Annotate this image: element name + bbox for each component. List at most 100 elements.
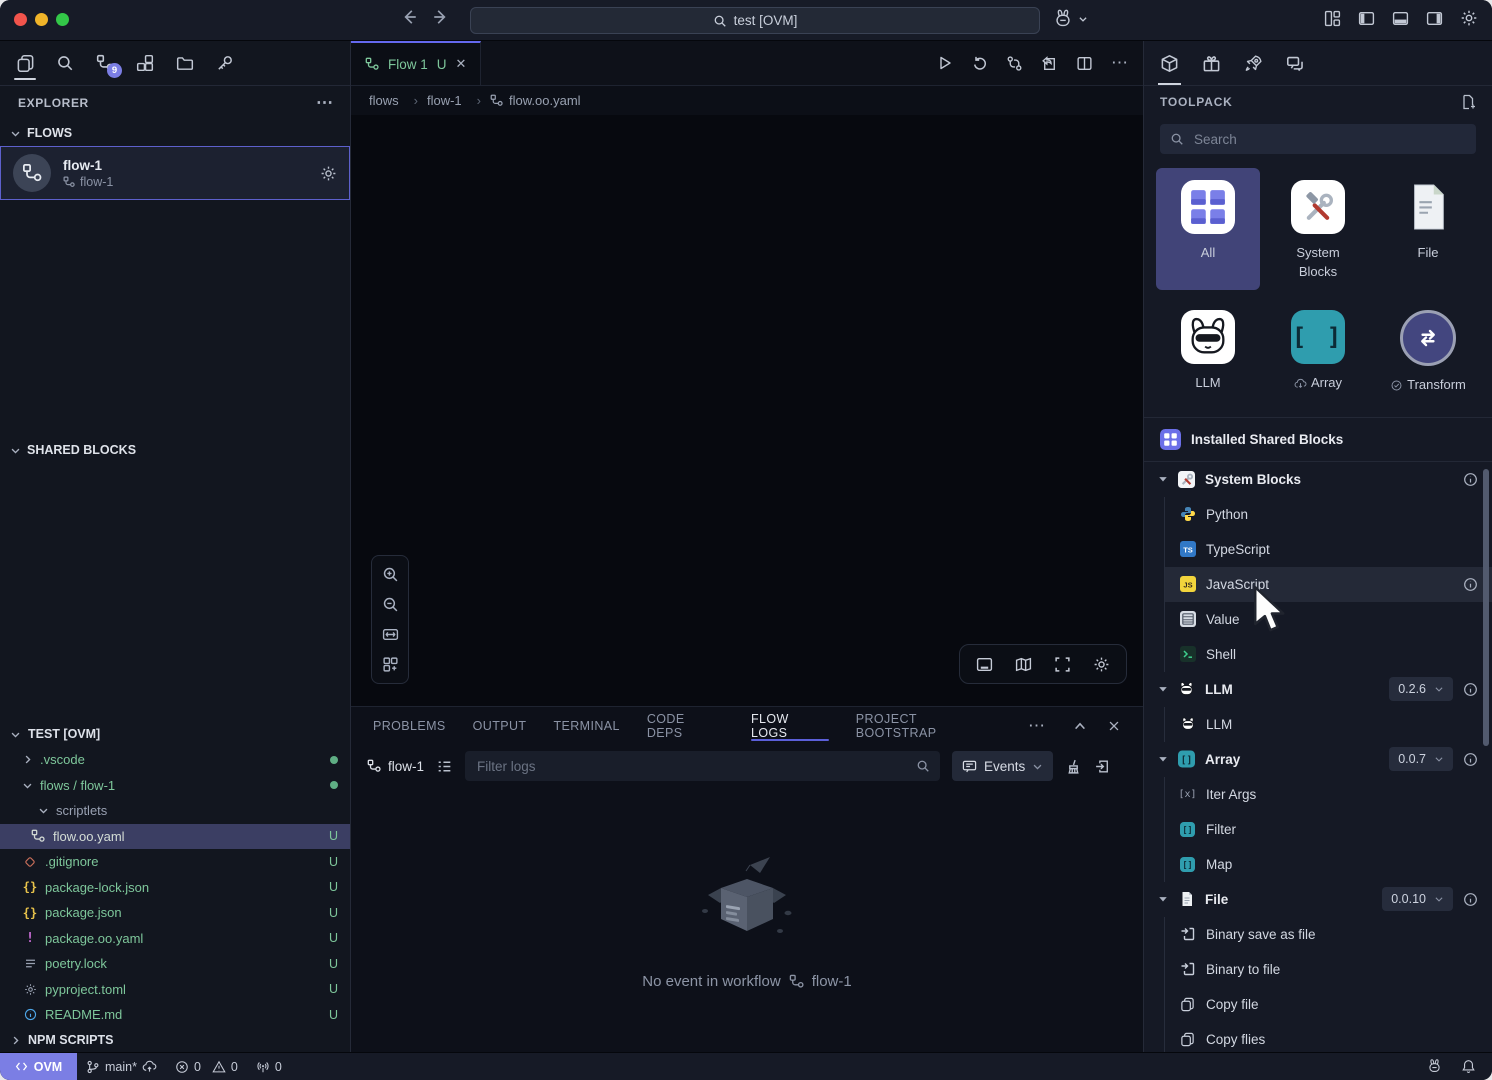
- forward-arrow-icon[interactable]: [432, 8, 450, 26]
- toolpack-tab-icon[interactable]: [1160, 41, 1179, 85]
- filter-logs-field[interactable]: [475, 758, 908, 775]
- tree-item-readme-md[interactable]: README.md U: [0, 1002, 350, 1028]
- group-system-blocks[interactable]: System Blocks: [1144, 462, 1492, 497]
- tree-root-test-ovm[interactable]: TEST [OVM]: [0, 722, 350, 748]
- tab-flow-1[interactable]: Flow 1 U ✕: [351, 41, 481, 85]
- minimize-window-button[interactable]: [35, 13, 48, 26]
- more-actions-icon[interactable]: ⋯: [1111, 53, 1129, 73]
- zoom-out-icon[interactable]: [382, 596, 399, 613]
- tab-project-bootstrap[interactable]: PROJECT BOOTSTRAP: [856, 707, 1001, 745]
- tab-code-deps[interactable]: CODE DEPS: [647, 707, 724, 745]
- flows-view-icon[interactable]: 9: [92, 46, 118, 80]
- panel-more-tabs-icon[interactable]: ⋯: [1028, 716, 1046, 736]
- tab-output[interactable]: OUTPUT: [473, 707, 527, 745]
- canvas-settings-gear-icon[interactable]: [1093, 656, 1110, 673]
- tree-item-package-lock-json[interactable]: {} package-lock.json U: [0, 875, 350, 901]
- breadcrumb-item[interactable]: flows: [369, 93, 427, 108]
- assistant-menu[interactable]: [1052, 8, 1088, 30]
- tab-terminal[interactable]: TERMINAL: [553, 707, 619, 745]
- filter-logs-input[interactable]: [465, 751, 940, 781]
- tree-item-poetry-lock[interactable]: poetry.lock U: [0, 951, 350, 977]
- info-icon[interactable]: [1463, 577, 1478, 592]
- flow-list-item-flow-1[interactable]: flow-1 flow-1: [0, 146, 350, 200]
- problems-status[interactable]: 0 0: [166, 1060, 247, 1074]
- group-llm[interactable]: LLM 0.2.6: [1144, 672, 1492, 707]
- flows-section-header[interactable]: FLOWS: [0, 120, 350, 146]
- tile-array[interactable]: [ ] Array: [1266, 298, 1370, 403]
- block-item-copy-file[interactable]: Copy file: [1165, 987, 1492, 1022]
- tree-item-package-json[interactable]: {} package.json U: [0, 900, 350, 926]
- maximize-panel-icon[interactable]: [1073, 719, 1087, 733]
- block-item-binary-to-file[interactable]: Binary to file: [1165, 952, 1492, 987]
- block-item-typescript[interactable]: TS TypeScript: [1165, 532, 1492, 567]
- block-item-binary-save-as-file[interactable]: Binary save as file: [1165, 917, 1492, 952]
- block-item-python[interactable]: Python: [1165, 497, 1492, 532]
- block-item-copy-flies[interactable]: Copy flies: [1165, 1022, 1492, 1053]
- info-icon[interactable]: [1463, 682, 1478, 697]
- flow-settings-gear-icon[interactable]: [320, 165, 337, 182]
- minimap-icon[interactable]: [1015, 656, 1032, 673]
- explorer-more-icon[interactable]: ⋯: [316, 93, 334, 113]
- block-item-iter-args[interactable]: [x] Iter Args: [1165, 777, 1492, 812]
- git-compare-icon[interactable]: [1006, 55, 1023, 72]
- run-flow-icon[interactable]: [937, 55, 953, 71]
- block-item-llm[interactable]: LLM: [1165, 707, 1492, 742]
- log-list-icon[interactable]: [436, 758, 453, 775]
- ports-status[interactable]: 0: [247, 1060, 291, 1074]
- group-array[interactable]: [] Array 0.0.7: [1144, 742, 1492, 777]
- version-dropdown[interactable]: 0.0.10: [1382, 887, 1453, 911]
- tile-transform[interactable]: Transform: [1376, 298, 1480, 403]
- shared-blocks-section-header[interactable]: SHARED BLOCKS: [0, 437, 350, 463]
- export-logs-icon[interactable]: [1094, 758, 1111, 775]
- events-filter-dropdown[interactable]: Events: [952, 751, 1053, 781]
- npm-scripts-section-header[interactable]: NPM SCRIPTS: [0, 1028, 350, 1054]
- notifications-bell-icon[interactable]: [1461, 1059, 1476, 1074]
- toggle-panel-icon[interactable]: [1392, 10, 1409, 27]
- tab-flow-logs[interactable]: FLOW LOGS: [751, 707, 829, 745]
- scrollbar-thumb[interactable]: [1483, 469, 1489, 746]
- command-center-search[interactable]: test [OVM]: [470, 7, 1040, 34]
- block-item-map[interactable]: [] Map: [1165, 847, 1492, 882]
- version-dropdown[interactable]: 0.2.6: [1389, 677, 1453, 701]
- group-file[interactable]: File 0.0.10: [1144, 882, 1492, 917]
- tile-system-blocks[interactable]: System Blocks: [1266, 168, 1370, 290]
- tile-llm[interactable]: LLM: [1156, 298, 1260, 403]
- close-window-button[interactable]: [14, 13, 27, 26]
- block-item-value[interactable]: Value: [1165, 602, 1492, 637]
- fullscreen-icon[interactable]: [1054, 656, 1071, 673]
- secrets-key-icon[interactable]: [212, 46, 238, 80]
- tile-file[interactable]: File: [1376, 168, 1480, 290]
- maximize-window-button[interactable]: [56, 13, 69, 26]
- flow-canvas[interactable]: [351, 115, 1143, 706]
- toolpack-search[interactable]: [1160, 124, 1476, 154]
- info-icon[interactable]: [1463, 892, 1478, 907]
- tree-item-gitignore[interactable]: .gitignore U: [0, 849, 350, 875]
- block-item-filter[interactable]: [] Filter: [1165, 812, 1492, 847]
- rabbit-icon[interactable]: [1426, 1058, 1443, 1075]
- zoom-in-icon[interactable]: [382, 566, 399, 583]
- close-panel-icon[interactable]: [1107, 719, 1121, 733]
- search-view-icon[interactable]: [52, 46, 78, 80]
- auto-layout-icon[interactable]: [382, 656, 399, 673]
- git-branch-status[interactable]: main*: [77, 1059, 166, 1074]
- tree-item-vscode[interactable]: .vscode: [0, 747, 350, 773]
- gift-tab-icon[interactable]: [1202, 41, 1221, 85]
- info-icon[interactable]: [1463, 472, 1478, 487]
- tab-problems[interactable]: PROBLEMS: [373, 707, 446, 745]
- version-dropdown[interactable]: 0.0.7: [1389, 747, 1453, 771]
- new-toolpack-file-icon[interactable]: [1460, 94, 1476, 110]
- tile-all[interactable]: All: [1156, 168, 1260, 290]
- settings-gear-icon[interactable]: [1460, 9, 1478, 27]
- clear-logs-broom-icon[interactable]: [1065, 758, 1082, 775]
- toggle-panel-icon[interactable]: [976, 656, 993, 673]
- tree-item-flow-oo-yaml[interactable]: flow.oo.yaml U: [0, 824, 350, 850]
- breadcrumb-item[interactable]: flow.oo.yaml: [490, 93, 581, 108]
- tree-item-pyproject-toml[interactable]: pyproject.toml U: [0, 977, 350, 1003]
- fit-view-icon[interactable]: [382, 626, 399, 643]
- info-icon[interactable]: [1463, 752, 1478, 767]
- layout-grid-icon[interactable]: [1324, 10, 1341, 27]
- folder-view-icon[interactable]: [172, 46, 198, 80]
- chat-tab-icon[interactable]: [1286, 41, 1305, 85]
- export-flow-icon[interactable]: [1041, 55, 1058, 72]
- blocks-view-icon[interactable]: [132, 46, 158, 80]
